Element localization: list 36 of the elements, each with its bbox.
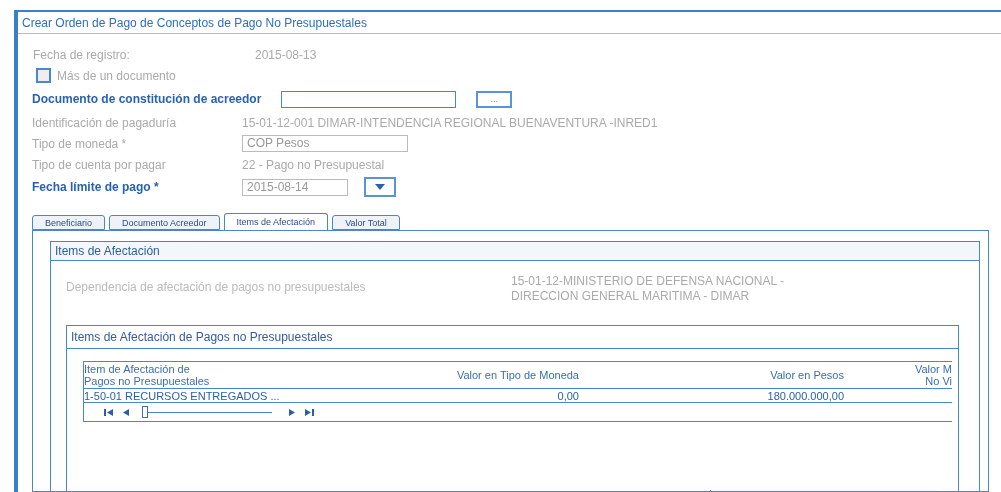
checkbox[interactable] <box>36 68 51 83</box>
field-value: 15-01-12-001 DIMAR-INTENDENCIA REGIONAL BUENAVENTURA -INRED1 <box>242 115 658 130</box>
checkbox-label: Más de un documento <box>57 68 176 83</box>
input-field[interactable] <box>281 90 457 108</box>
dropdown-button[interactable] <box>364 177 396 197</box>
pager-slider[interactable] <box>142 406 272 418</box>
window-title: Crear Orden de Pago de Conceptos de Pago No Presupuestales <box>18 12 1001 34</box>
first-page-icon[interactable] <box>104 407 113 417</box>
column-header: Valor en Pesos <box>769 368 844 383</box>
caret-icon <box>375 184 385 190</box>
tab[interactable]: Valor Total <box>332 215 400 230</box>
field-label: Dependencia de afectación de pagos no presupuestales <box>66 280 367 296</box>
field-label: Identificación de pagaduría <box>32 115 178 130</box>
field-value: 15-01-12-MINISTERIO DE DEFENSA NACIONAL - DIRECCION GENERAL MARITIMA - DIMAR <box>511 274 784 305</box>
panel-title: Items de Afectación de Pagos no Presupuestales <box>67 326 958 349</box>
tab[interactable]: Items de Afectación <box>223 213 329 230</box>
field-value: 22 - Pago no Presupuestal <box>242 157 385 172</box>
table-cell-text: 1-50-01 RECURSOS ENTREGADOS ... <box>84 389 281 402</box>
slider-thumb[interactable] <box>142 406 148 418</box>
last-page-icon[interactable] <box>305 407 314 417</box>
previous-page-icon[interactable] <box>121 407 130 417</box>
field-label: Documento de constitución de acreedor <box>32 92 262 106</box>
column-header: Valor M No Vi <box>913 362 952 388</box>
field-value: 2015-08-13 <box>255 47 317 62</box>
section-title: Items de Afectación <box>51 242 979 261</box>
column-header: Valor en Tipo de Moneda <box>455 368 579 383</box>
tab[interactable]: Documento Acreedor <box>109 215 220 230</box>
field-label: Tipo de moneda * <box>32 136 128 151</box>
table-cell-text: 0,00 <box>556 389 579 402</box>
field-label: Fecha límite de pago * <box>32 180 160 194</box>
table-cell-text: 180.000.000,00 <box>766 389 844 402</box>
column-header: Item de Afectación de Pagos no Presupuestales <box>84 362 211 388</box>
field-label: Fecha de registro: <box>33 47 131 62</box>
next-page-icon[interactable] <box>288 407 297 417</box>
tab[interactable]: Beneficiario <box>32 215 106 230</box>
field-label: Tipo de cuenta por pagar <box>32 157 167 172</box>
